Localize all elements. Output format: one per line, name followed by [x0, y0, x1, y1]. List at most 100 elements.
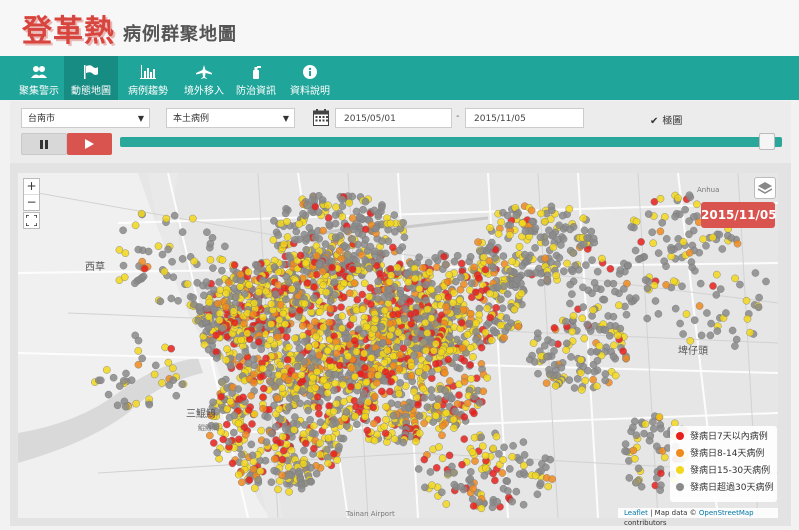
case-marker — [266, 378, 275, 386]
case-marker — [690, 316, 699, 324]
case-marker — [345, 198, 354, 207]
case-marker — [414, 400, 422, 409]
case-marker — [354, 240, 362, 249]
case-marker — [403, 338, 412, 347]
map-canvas[interactable] — [18, 173, 778, 518]
case-marker — [421, 312, 429, 321]
fullscreen-button[interactable] — [23, 212, 40, 229]
nav-dynamic-map[interactable]: 動態地圖 — [64, 56, 118, 100]
case-marker — [570, 384, 579, 392]
case-marker — [521, 227, 530, 236]
case-marker — [239, 393, 247, 402]
case-marker — [138, 257, 146, 266]
case-marker — [549, 231, 557, 239]
case-marker — [662, 235, 671, 243]
start-date-input[interactable]: 2015/05/01 — [335, 108, 452, 128]
case-marker — [158, 379, 166, 387]
case-marker — [548, 475, 557, 483]
case-marker — [422, 346, 430, 355]
case-marker — [472, 327, 480, 336]
case-marker — [420, 419, 428, 428]
case-marker — [470, 409, 478, 418]
case-marker — [499, 455, 507, 464]
case-marker — [132, 399, 140, 408]
case-marker — [460, 377, 469, 386]
case-marker — [256, 372, 265, 381]
case-marker — [319, 375, 328, 384]
nav-data-notes[interactable]: 資料說明 — [284, 56, 336, 100]
case-marker — [423, 305, 432, 314]
case-marker — [562, 317, 570, 326]
case-marker — [598, 254, 606, 263]
city-select[interactable]: 台南市 ▼ — [21, 108, 150, 128]
case-marker — [229, 307, 238, 315]
case-marker — [614, 331, 622, 340]
case-type-select[interactable]: 本土病例 ▼ — [166, 108, 295, 128]
nav-case-trend[interactable]: 病例趨勢 — [122, 56, 174, 100]
case-marker — [300, 446, 308, 455]
case-marker — [444, 293, 453, 301]
case-marker — [456, 296, 464, 304]
case-marker — [395, 365, 404, 373]
case-marker — [611, 371, 620, 380]
nav-imported[interactable]: 境外移入 — [178, 56, 230, 100]
layer-toggle-label: 極圖 — [662, 116, 683, 127]
case-marker — [583, 234, 592, 242]
case-marker — [382, 402, 390, 411]
timeline-slider-handle[interactable] — [759, 133, 776, 150]
osm-link[interactable]: OpenStreetMap — [699, 509, 754, 517]
case-marker — [396, 350, 405, 359]
case-marker — [588, 256, 596, 264]
play-button[interactable] — [67, 133, 112, 155]
case-marker — [653, 442, 661, 451]
case-marker — [540, 217, 549, 226]
case-marker — [373, 295, 382, 303]
fullscreen-icon — [25, 214, 38, 227]
layer-toggle[interactable]: ✔ 極圖 — [650, 112, 682, 127]
case-marker — [341, 334, 350, 343]
calendar-icon[interactable] — [313, 109, 329, 126]
case-marker — [292, 394, 300, 403]
case-marker — [542, 463, 550, 472]
zoom-out-button[interactable]: − — [24, 194, 39, 210]
case-marker — [254, 338, 263, 346]
leaflet-link[interactable]: Leaflet — [624, 509, 648, 517]
nav-prevention[interactable]: 防治資訊 — [230, 56, 282, 100]
case-marker — [458, 460, 466, 469]
case-marker — [489, 469, 497, 478]
layers-button[interactable] — [754, 177, 776, 199]
case-marker — [674, 194, 682, 203]
case-marker — [241, 347, 250, 356]
case-marker — [679, 238, 688, 246]
case-marker — [382, 415, 390, 424]
case-marker — [671, 212, 679, 221]
case-marker — [299, 459, 308, 468]
case-marker — [255, 322, 263, 331]
zoom-in-button[interactable]: + — [24, 179, 39, 194]
case-marker — [467, 374, 475, 383]
case-marker — [134, 360, 143, 369]
pause-button[interactable] — [21, 133, 67, 155]
case-marker — [503, 477, 512, 486]
nav-cluster-alert[interactable]: 聚集警示 — [14, 56, 64, 100]
case-marker — [295, 306, 304, 314]
case-marker — [300, 421, 309, 429]
case-marker — [421, 280, 430, 289]
app-title: 登革熱 — [22, 14, 115, 49]
timeline-slider-track[interactable] — [120, 137, 782, 147]
case-marker — [300, 357, 308, 366]
case-marker — [512, 487, 521, 496]
case-marker — [278, 455, 287, 464]
end-date-input[interactable]: 2015/11/05 — [465, 108, 584, 128]
case-marker — [523, 269, 532, 278]
case-marker — [254, 476, 263, 484]
case-marker — [365, 292, 374, 301]
case-marker — [324, 201, 332, 210]
case-marker — [441, 260, 450, 269]
case-marker — [583, 320, 592, 329]
case-marker — [703, 309, 711, 317]
case-marker — [349, 315, 358, 323]
case-marker — [492, 432, 501, 441]
case-marker — [285, 471, 293, 479]
case-marker — [425, 354, 433, 363]
